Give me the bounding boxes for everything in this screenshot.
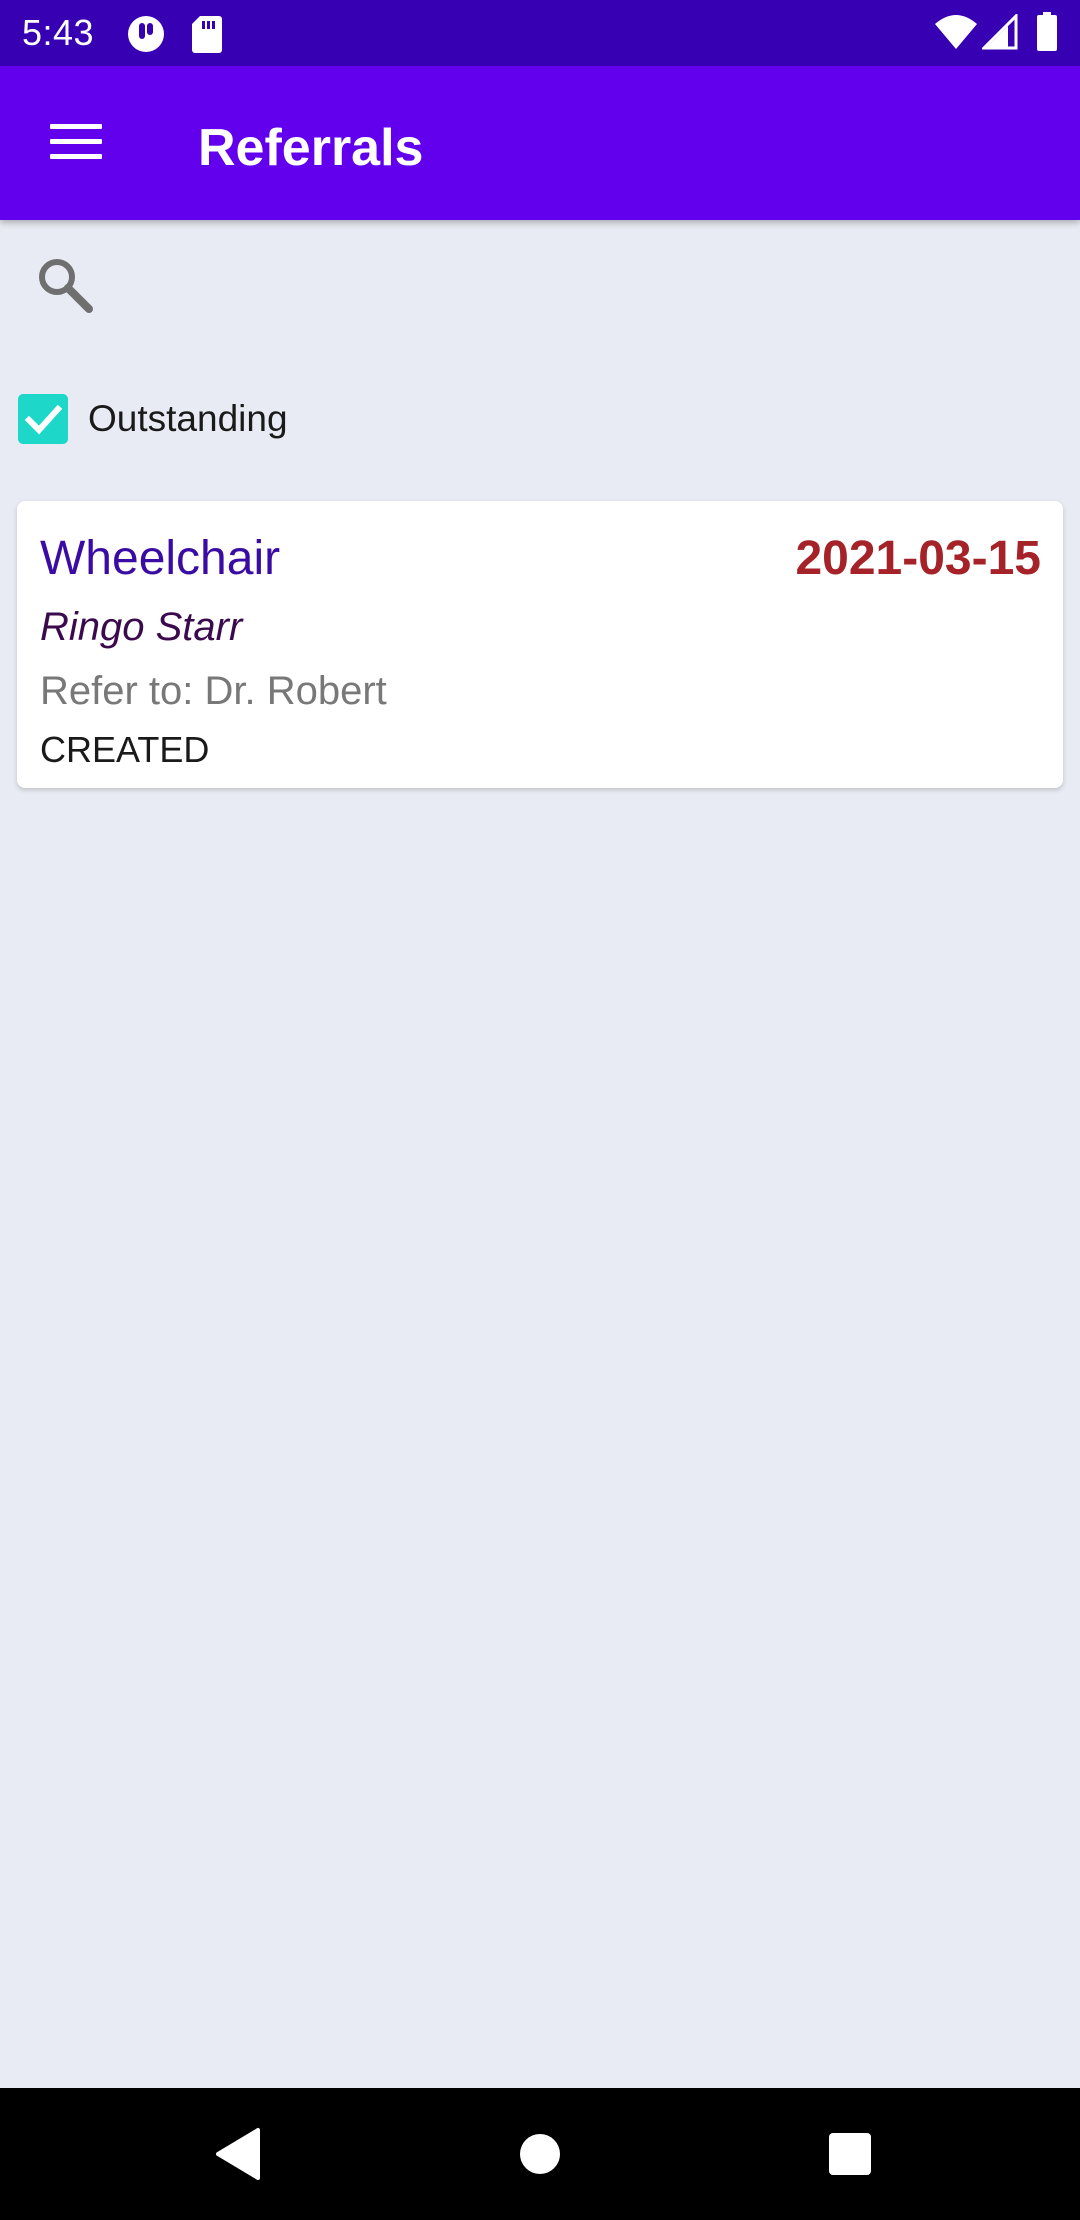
outstanding-filter[interactable]: Outstanding [18,392,288,446]
referral-status: CREATED [40,729,210,770]
home-icon [520,2134,560,2174]
sd-card-icon [192,16,222,53]
recents-button[interactable] [810,2114,890,2194]
outstanding-checkbox[interactable] [18,394,68,444]
page-title: Referrals [198,119,424,177]
status-bar: 5:43 [0,0,1080,66]
menu-button[interactable] [28,102,128,186]
battery-icon [1037,12,1057,51]
status-time: 5:43 [22,12,95,53]
recents-icon [829,2133,871,2175]
notification-p-icon [128,16,164,52]
back-button[interactable] [200,2114,280,2194]
search-button[interactable] [30,250,100,320]
cell-signal-icon [982,14,1018,50]
check-icon [24,404,63,435]
referral-patient: Ringo Starr [40,605,243,649]
referral-date: 2021-03-15 [795,532,1041,585]
home-button[interactable] [500,2114,580,2194]
referral-refer-to: Refer to: Dr. Robert [40,669,387,713]
search-icon [39,259,93,313]
back-icon [216,2128,260,2180]
wifi-icon [935,15,977,49]
referral-title: Wheelchair [40,532,281,585]
outstanding-label: Outstanding [88,398,288,439]
referral-card[interactable]: Wheelchair 2021-03-15 Ringo Starr Refer … [17,501,1063,788]
app-bar: Referrals [0,66,1080,220]
navigation-bar [0,2088,1080,2220]
